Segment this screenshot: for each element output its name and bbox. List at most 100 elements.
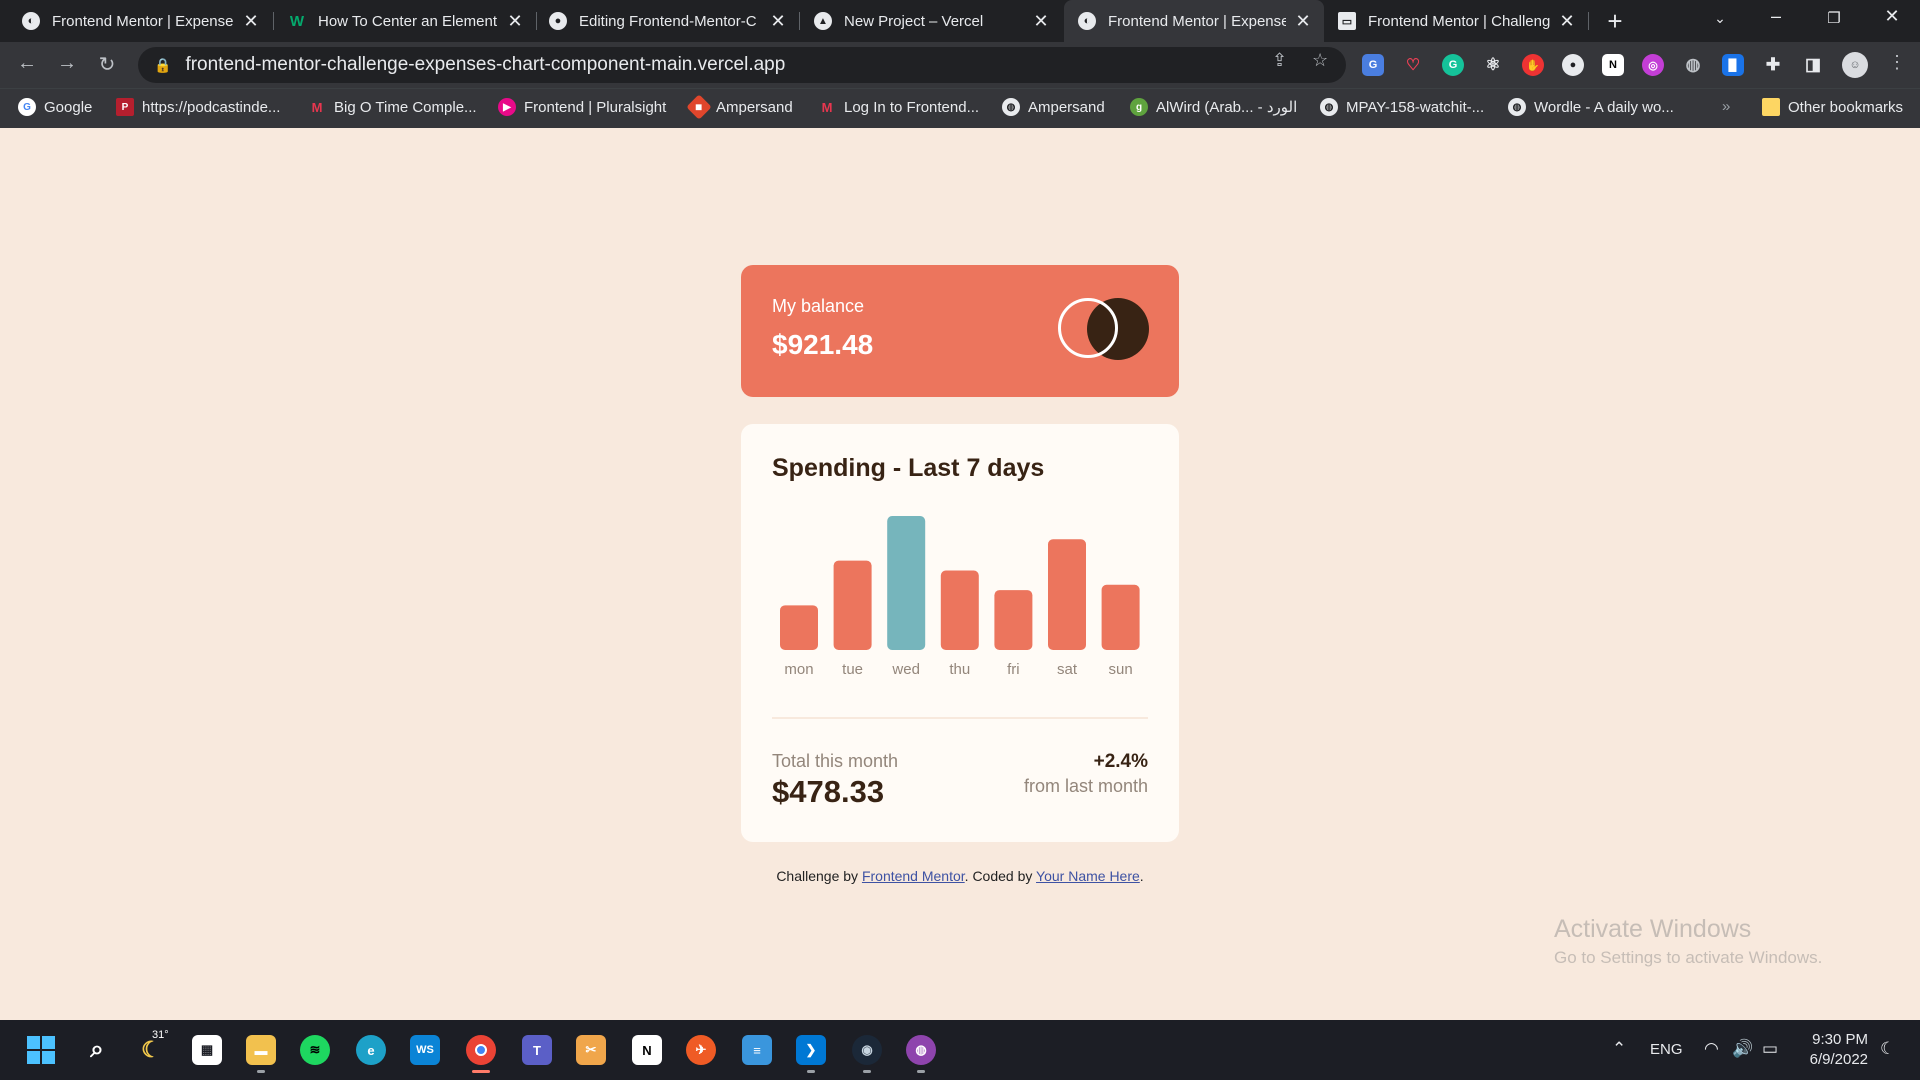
bookmark-star-icon[interactable]: ☆ <box>1312 50 1328 71</box>
clock[interactable]: 9:30 PM 6/9/2022 <box>1800 1030 1868 1070</box>
address-bar[interactable]: 🔒 frontend-mentor-challenge-expenses-cha… <box>138 47 1346 83</box>
bookmark-google[interactable]: G Google <box>18 98 92 116</box>
bar-label-sat: sat <box>1057 661 1078 678</box>
bar-wed[interactable] <box>887 516 926 650</box>
avatar[interactable]: ☺ <box>1842 52 1868 78</box>
bookmarks-overflow-icon[interactable]: » <box>1722 98 1730 115</box>
attribution-suffix: . <box>1139 868 1144 884</box>
restore-icon[interactable]: ❐ <box>1814 9 1854 27</box>
colorzilla-extension-icon[interactable]: ◎ <box>1642 54 1664 76</box>
watermark-title: Activate Windows <box>1554 915 1752 943</box>
bookmark-label: MPAY-158-watchit-... <box>1346 98 1485 116</box>
wifi-icon[interactable]: ◠ <box>1704 1039 1719 1059</box>
bookmark-mpay[interactable]: ◍ MPAY-158-watchit-... <box>1320 98 1484 116</box>
adblock-extension-icon[interactable]: ✋ <box>1522 54 1544 76</box>
pocket-extension-icon[interactable]: ♡ <box>1402 54 1424 76</box>
teams-icon[interactable]: T <box>522 1035 552 1065</box>
menu-kebab-icon[interactable]: ⋮ <box>1888 52 1906 73</box>
share-icon[interactable]: ⇪ <box>1272 50 1287 71</box>
extensions-puzzle-icon[interactable]: ✚ <box>1762 54 1784 76</box>
reload-icon[interactable]: ↻ <box>94 52 120 77</box>
browser-tab-bar: ◐ Frontend Mentor | Expense ✕ W How To C… <box>0 0 1920 42</box>
attribution-prefix: Challenge by <box>776 868 862 884</box>
other-bookmarks[interactable]: ▮ Other bookmarks <box>1762 98 1903 116</box>
browser-toolbar: ← → ↻ 🔒 frontend-mentor-challenge-expens… <box>0 42 1920 88</box>
bar-mon[interactable] <box>780 605 818 650</box>
back-icon[interactable]: ← <box>14 52 40 75</box>
spotify-icon[interactable]: ≋ <box>300 1035 330 1065</box>
watermark-subtitle: Go to Settings to activate Windows. <box>1554 948 1823 967</box>
tab-vercel[interactable]: ▲ New Project – Vercel ✕ <box>800 0 1062 42</box>
tab-separator <box>1588 12 1589 30</box>
volume-icon[interactable]: 🔊 <box>1732 1039 1753 1059</box>
url-text: frontend-mentor-challenge-expenses-chart… <box>185 54 786 75</box>
lock-icon[interactable]: 🔒 <box>154 57 171 74</box>
windows-start-icon[interactable] <box>26 1035 56 1065</box>
medium-icon: M <box>821 99 833 115</box>
clock-time: 9:30 PM <box>1812 1031 1868 1048</box>
bookmark-podcast[interactable]: P https://podcastinde... <box>116 98 280 116</box>
bar-sun[interactable] <box>1101 584 1140 650</box>
bookmark-ampersand-1[interactable]: ◆ Ampersand <box>686 94 793 120</box>
close-icon[interactable]: ✕ <box>769 11 787 32</box>
w3schools-icon: W <box>289 12 305 30</box>
notion-extension-icon[interactable]: N <box>1602 54 1624 76</box>
tab-challenge[interactable]: ▭ Frontend Mentor | Challeng ✕ <box>1326 0 1588 42</box>
close-icon[interactable]: ✕ <box>1558 11 1576 32</box>
bar-sat[interactable] <box>1048 539 1086 650</box>
store-icon[interactable]: ▦ <box>192 1035 222 1065</box>
bookmark-wordle[interactable]: ◍ Wordle - A daily wo... <box>1508 98 1674 116</box>
minimize-icon[interactable]: – <box>1756 6 1796 27</box>
tab-expense-active[interactable]: ◐ Frontend Mentor | Expense ✕ <box>1064 0 1324 42</box>
other-bookmarks-label: Other bookmarks <box>1788 98 1904 116</box>
tab-search-icon[interactable]: ⌄ <box>1700 10 1740 27</box>
bookmark-ampersand-2[interactable]: ◍ Ampersand <box>1002 98 1105 116</box>
notepad-icon[interactable]: ≡ <box>742 1035 772 1065</box>
battery-icon[interactable]: ▭ <box>1762 1039 1778 1059</box>
file-explorer-icon[interactable]: ▬ <box>246 1035 276 1065</box>
globe-icon: ◐ <box>22 12 40 30</box>
forward-icon[interactable]: → <box>54 52 80 75</box>
steam-icon[interactable]: ◉ <box>852 1035 882 1065</box>
postman-icon[interactable]: ✈ <box>686 1035 716 1065</box>
close-icon[interactable]: ✕ <box>1032 11 1050 32</box>
author-link[interactable]: Your Name Here <box>1036 868 1140 884</box>
bookmark-login-frontend[interactable]: M Log In to Frontend... <box>818 98 980 116</box>
bookmark-alwird[interactable]: g AlWird (Arab... - الورد <box>1130 98 1297 116</box>
chevron-up-icon[interactable]: ⌃ <box>1612 1039 1626 1059</box>
github-desktop-icon[interactable]: ◍ <box>906 1035 936 1065</box>
tab-center-element[interactable]: W How To Center an Element ✕ <box>274 0 536 42</box>
tab-github-editing[interactable]: ● Editing Frontend-Mentor-C ✕ <box>537 0 799 42</box>
reading-list-icon[interactable]: ◨ <box>1802 54 1824 76</box>
bar-thu[interactable] <box>940 570 979 650</box>
grammarly-extension-icon[interactable]: G <box>1442 54 1464 76</box>
notion-icon[interactable]: N <box>632 1035 662 1065</box>
blue-extension-icon[interactable]: ▉ <box>1722 54 1744 76</box>
translate-extension-icon[interactable]: G <box>1362 54 1384 76</box>
close-icon[interactable]: ✕ <box>242 11 260 32</box>
bar-fri[interactable] <box>994 590 1033 650</box>
bar-tue[interactable] <box>833 560 872 650</box>
language-indicator[interactable]: ENG <box>1650 1041 1683 1058</box>
webstorm-icon[interactable]: WS <box>410 1035 440 1065</box>
close-window-icon[interactable]: ✕ <box>1872 6 1912 27</box>
react-devtools-icon[interactable]: ⚛ <box>1482 54 1504 76</box>
snip-icon[interactable]: ✂ <box>576 1035 606 1065</box>
globe-extension-icon[interactable]: ◍ <box>1682 54 1704 76</box>
vscode-icon[interactable]: ❯ <box>796 1035 826 1065</box>
bookmark-big-o[interactable]: M Big O Time Comple... <box>308 98 477 116</box>
close-icon[interactable]: ✕ <box>506 11 524 32</box>
notifications-icon[interactable]: ☾ <box>1880 1039 1895 1059</box>
new-tab-button[interactable]: + <box>1600 6 1630 37</box>
search-icon[interactable]: ⌕ <box>82 1035 112 1065</box>
attribution: Challenge by Frontend Mentor. Coded by Y… <box>0 868 1920 884</box>
bookmark-label: Ampersand <box>1028 98 1105 116</box>
bookmark-pluralsight[interactable]: ▶ Frontend | Pluralsight <box>498 98 666 116</box>
tab-expense-1[interactable]: ◐ Frontend Mentor | Expense ✕ <box>0 0 272 42</box>
chrome-icon[interactable] <box>466 1035 496 1065</box>
bookmark-label: Wordle - A daily wo... <box>1534 98 1674 116</box>
edge-icon[interactable]: e <box>356 1035 386 1065</box>
close-icon[interactable]: ✕ <box>1294 11 1312 32</box>
circle-extension-icon[interactable]: ● <box>1562 54 1584 76</box>
frontend-mentor-link[interactable]: Frontend Mentor <box>862 868 965 884</box>
